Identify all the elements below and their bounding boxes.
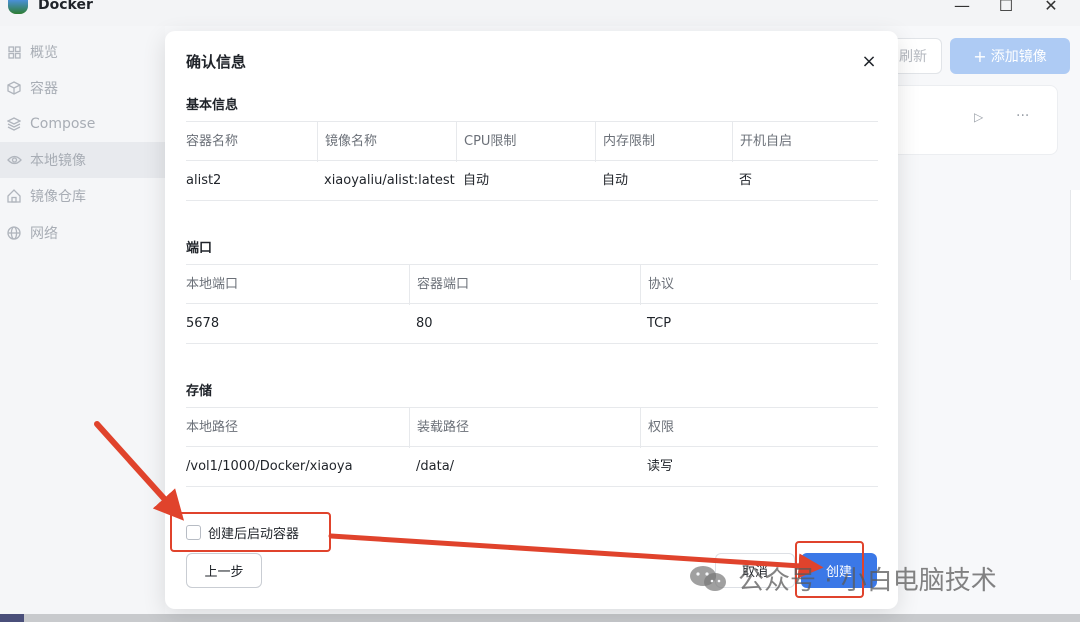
watermark: 公众号 · 小白电脑技术 — [688, 560, 997, 597]
watermark-text: 公众号 · 小白电脑技术 — [738, 566, 997, 596]
wechat-icon — [688, 564, 728, 594]
annotation-arrows — [94, 421, 824, 579]
arrow-to-checkbox — [94, 421, 185, 521]
